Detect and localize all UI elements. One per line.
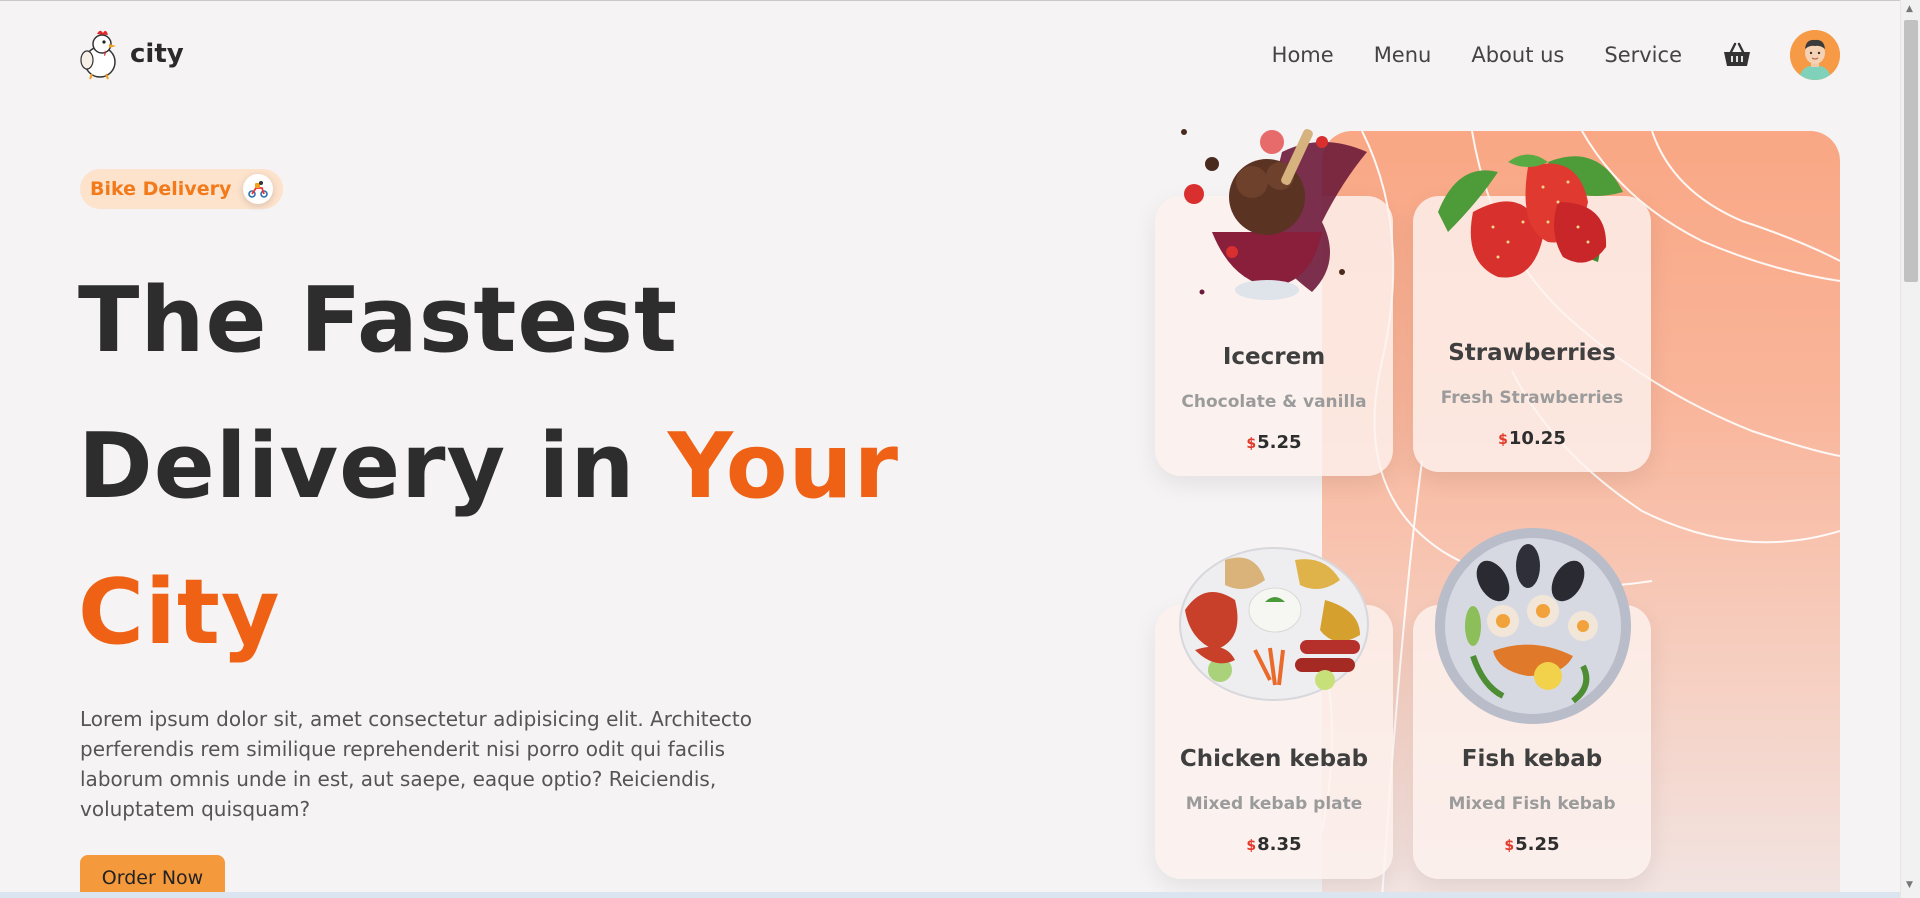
- vertical-scrollbar[interactable]: ▲ ▼: [1900, 0, 1920, 898]
- currency-symbol: $: [1498, 432, 1508, 448]
- card-name: Fish kebab: [1461, 746, 1603, 772]
- badge-label: Bike Delivery: [90, 178, 232, 200]
- card-name: Chicken kebab: [1179, 746, 1369, 772]
- window-bottom-edge: [0, 892, 1900, 898]
- currency-symbol: $: [1246, 436, 1257, 452]
- card-price: $10.25: [1413, 428, 1651, 449]
- main-nav: Home Menu About us Service: [1272, 30, 1840, 80]
- brand-logo[interactable]: city: [78, 28, 184, 80]
- card-subtitle: Chocolate & vanilla: [1181, 392, 1367, 412]
- strawberries-image: [1438, 154, 1623, 278]
- hero-title-line-1: The Fastest: [78, 268, 678, 373]
- scrollbar-thumb[interactable]: [1904, 20, 1918, 282]
- card-price: $8.35: [1155, 834, 1393, 855]
- card-subtitle: Mixed Fish kebab: [1448, 794, 1616, 814]
- price-value: 5.25: [1515, 834, 1560, 855]
- card-price: $5.25: [1413, 834, 1651, 855]
- nav-service[interactable]: Service: [1604, 43, 1682, 67]
- scooter-icon: [243, 174, 274, 204]
- price-value: 5.25: [1257, 432, 1302, 453]
- avatar-icon: [1790, 30, 1840, 80]
- chicken-kebab-image: [1179, 547, 1369, 701]
- currency-symbol: $: [1246, 838, 1257, 854]
- hero-title: The Fastest Delivery in Your City: [78, 248, 938, 686]
- card-name: Icecrem: [1222, 344, 1326, 370]
- site-header: city Home Menu About us Service: [78, 26, 1840, 86]
- chicken-logo-icon: [80, 30, 116, 80]
- nav-home[interactable]: Home: [1272, 43, 1334, 67]
- card-name: Strawberries: [1448, 340, 1616, 366]
- hero-description: Lorem ipsum dolor sit, amet consectetur …: [80, 707, 753, 821]
- hero-title-delivery-in: Delivery in: [78, 414, 668, 519]
- hero-title-your: Your: [667, 414, 899, 519]
- hero-title-city: City: [78, 560, 281, 665]
- price-value: 10.25: [1508, 428, 1566, 449]
- window-top-border: [0, 0, 1920, 1]
- price-value: 8.35: [1257, 834, 1302, 855]
- card-subtitle: Fresh Strawberries: [1440, 388, 1624, 408]
- card-price: $5.25: [1155, 432, 1393, 453]
- card-subtitle: Mixed kebab plate: [1185, 794, 1363, 814]
- scroll-down-arrow-icon[interactable]: ▼: [1906, 880, 1913, 890]
- hero-title-line-2: Delivery in Your: [78, 394, 938, 540]
- icecream-image: [1181, 129, 1367, 300]
- basket-icon[interactable]: [1722, 40, 1752, 70]
- nav-about-us[interactable]: About us: [1471, 43, 1564, 67]
- scroll-up-arrow-icon[interactable]: ▲: [1906, 4, 1913, 14]
- fish-kebab-image: [1435, 528, 1631, 724]
- brand-name: city: [130, 39, 184, 69]
- currency-symbol: $: [1504, 838, 1515, 854]
- nav-menu[interactable]: Menu: [1374, 43, 1432, 67]
- user-avatar[interactable]: [1790, 30, 1840, 80]
- bike-delivery-badge: Bike Delivery: [80, 169, 284, 209]
